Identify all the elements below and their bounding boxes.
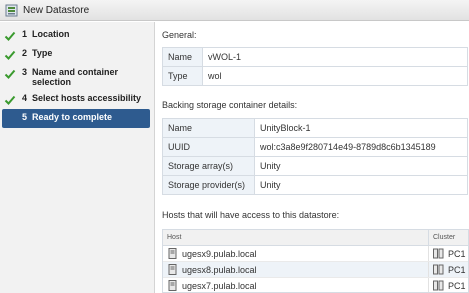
check-icon [4,31,16,41]
backing-row: UUID wol:c3a8e9f280714e49-8789d8c6b13451… [162,137,468,157]
backing-value: wol:c3a8e9f280714e49-8789d8c6b1345189 [254,137,468,157]
general-value: vWOL-1 [202,47,468,67]
table-row[interactable]: ugesx7.pulab.local PC1 [163,278,468,292]
hosts-table-header: Host Cluster [163,230,468,246]
cluster-name: PC1 [448,280,466,291]
host-icon [168,280,177,291]
step-label: Location [32,29,70,39]
backing-value: Unity [254,175,468,195]
step-number: 4 [22,93,28,103]
backing-row: Name UnityBlock-1 [162,118,468,138]
general-row-name: Name vWOL-1 [162,47,468,67]
backing-row: Storage array(s) Unity [162,156,468,176]
cluster-name: PC1 [448,264,466,275]
step-number: 5 [22,112,28,122]
general-section-title: General: [162,30,197,40]
host-name: ugesx7.pulab.local [182,280,257,291]
host-name: ugesx9.pulab.local [182,248,257,259]
general-row-type: Type wol [162,66,468,86]
general-value: wol [202,66,468,86]
step-number: 3 [22,67,28,77]
check-icon [4,69,16,79]
table-row[interactable]: ugesx8.pulab.local PC1 [163,262,468,278]
step-name-and-container[interactable]: 3 Name and container selection [0,64,150,90]
host-name: ugesx8.pulab.local [182,264,257,275]
summary-panel: General: Name vWOL-1 Type wol Backing st… [161,22,469,293]
backing-section-title: Backing storage container details: [162,100,298,110]
general-key: Name [162,47,203,67]
step-label: Select hosts accessibility [32,93,142,103]
cluster-icon [433,264,444,275]
datastore-icon [5,4,18,16]
check-icon [4,95,16,105]
step-number: 2 [22,48,28,58]
cluster-icon [433,248,444,259]
step-select-hosts[interactable]: 4 Select hosts accessibility [0,90,150,109]
column-header-host[interactable]: Host [163,230,429,245]
check-icon [4,50,16,60]
hosts-section-title: Hosts that will have access to this data… [162,210,340,220]
backing-key: Name [162,118,255,138]
general-table: Name vWOL-1 Type wol [162,47,468,86]
backing-key: Storage array(s) [162,156,255,176]
dialog-titlebar: New Datastore [0,0,469,21]
backing-row: Storage provider(s) Unity [162,175,468,195]
backing-key: Storage provider(s) [162,175,255,195]
step-number: 1 [22,29,28,39]
dialog-title: New Datastore [23,4,90,16]
hosts-table: Host Cluster ugesx9.pulab.local PC1 uges… [162,229,469,293]
backing-value: UnityBlock-1 [254,118,468,138]
cluster-icon [433,280,444,291]
step-label: Type [32,48,53,58]
host-icon [168,248,177,259]
backing-value: Unity [254,156,468,176]
backing-table: Name UnityBlock-1 UUID wol:c3a8e9f280714… [162,118,468,195]
step-type[interactable]: 2 Type [0,45,150,64]
column-header-cluster[interactable]: Cluster [429,230,459,245]
backing-key: UUID [162,137,255,157]
step-location[interactable]: 1 Location [0,26,150,45]
host-icon [168,264,177,275]
cluster-name: PC1 [448,248,466,259]
table-row[interactable]: ugesx9.pulab.local PC1 [163,246,468,262]
step-ready-to-complete[interactable]: 5 Ready to complete [2,109,150,128]
general-key: Type [162,66,203,86]
step-label: Ready to complete [32,112,113,122]
step-label: Name and container selection [32,67,119,87]
wizard-steps: 1 Location 2 Type 3 Name and container s… [0,22,155,293]
